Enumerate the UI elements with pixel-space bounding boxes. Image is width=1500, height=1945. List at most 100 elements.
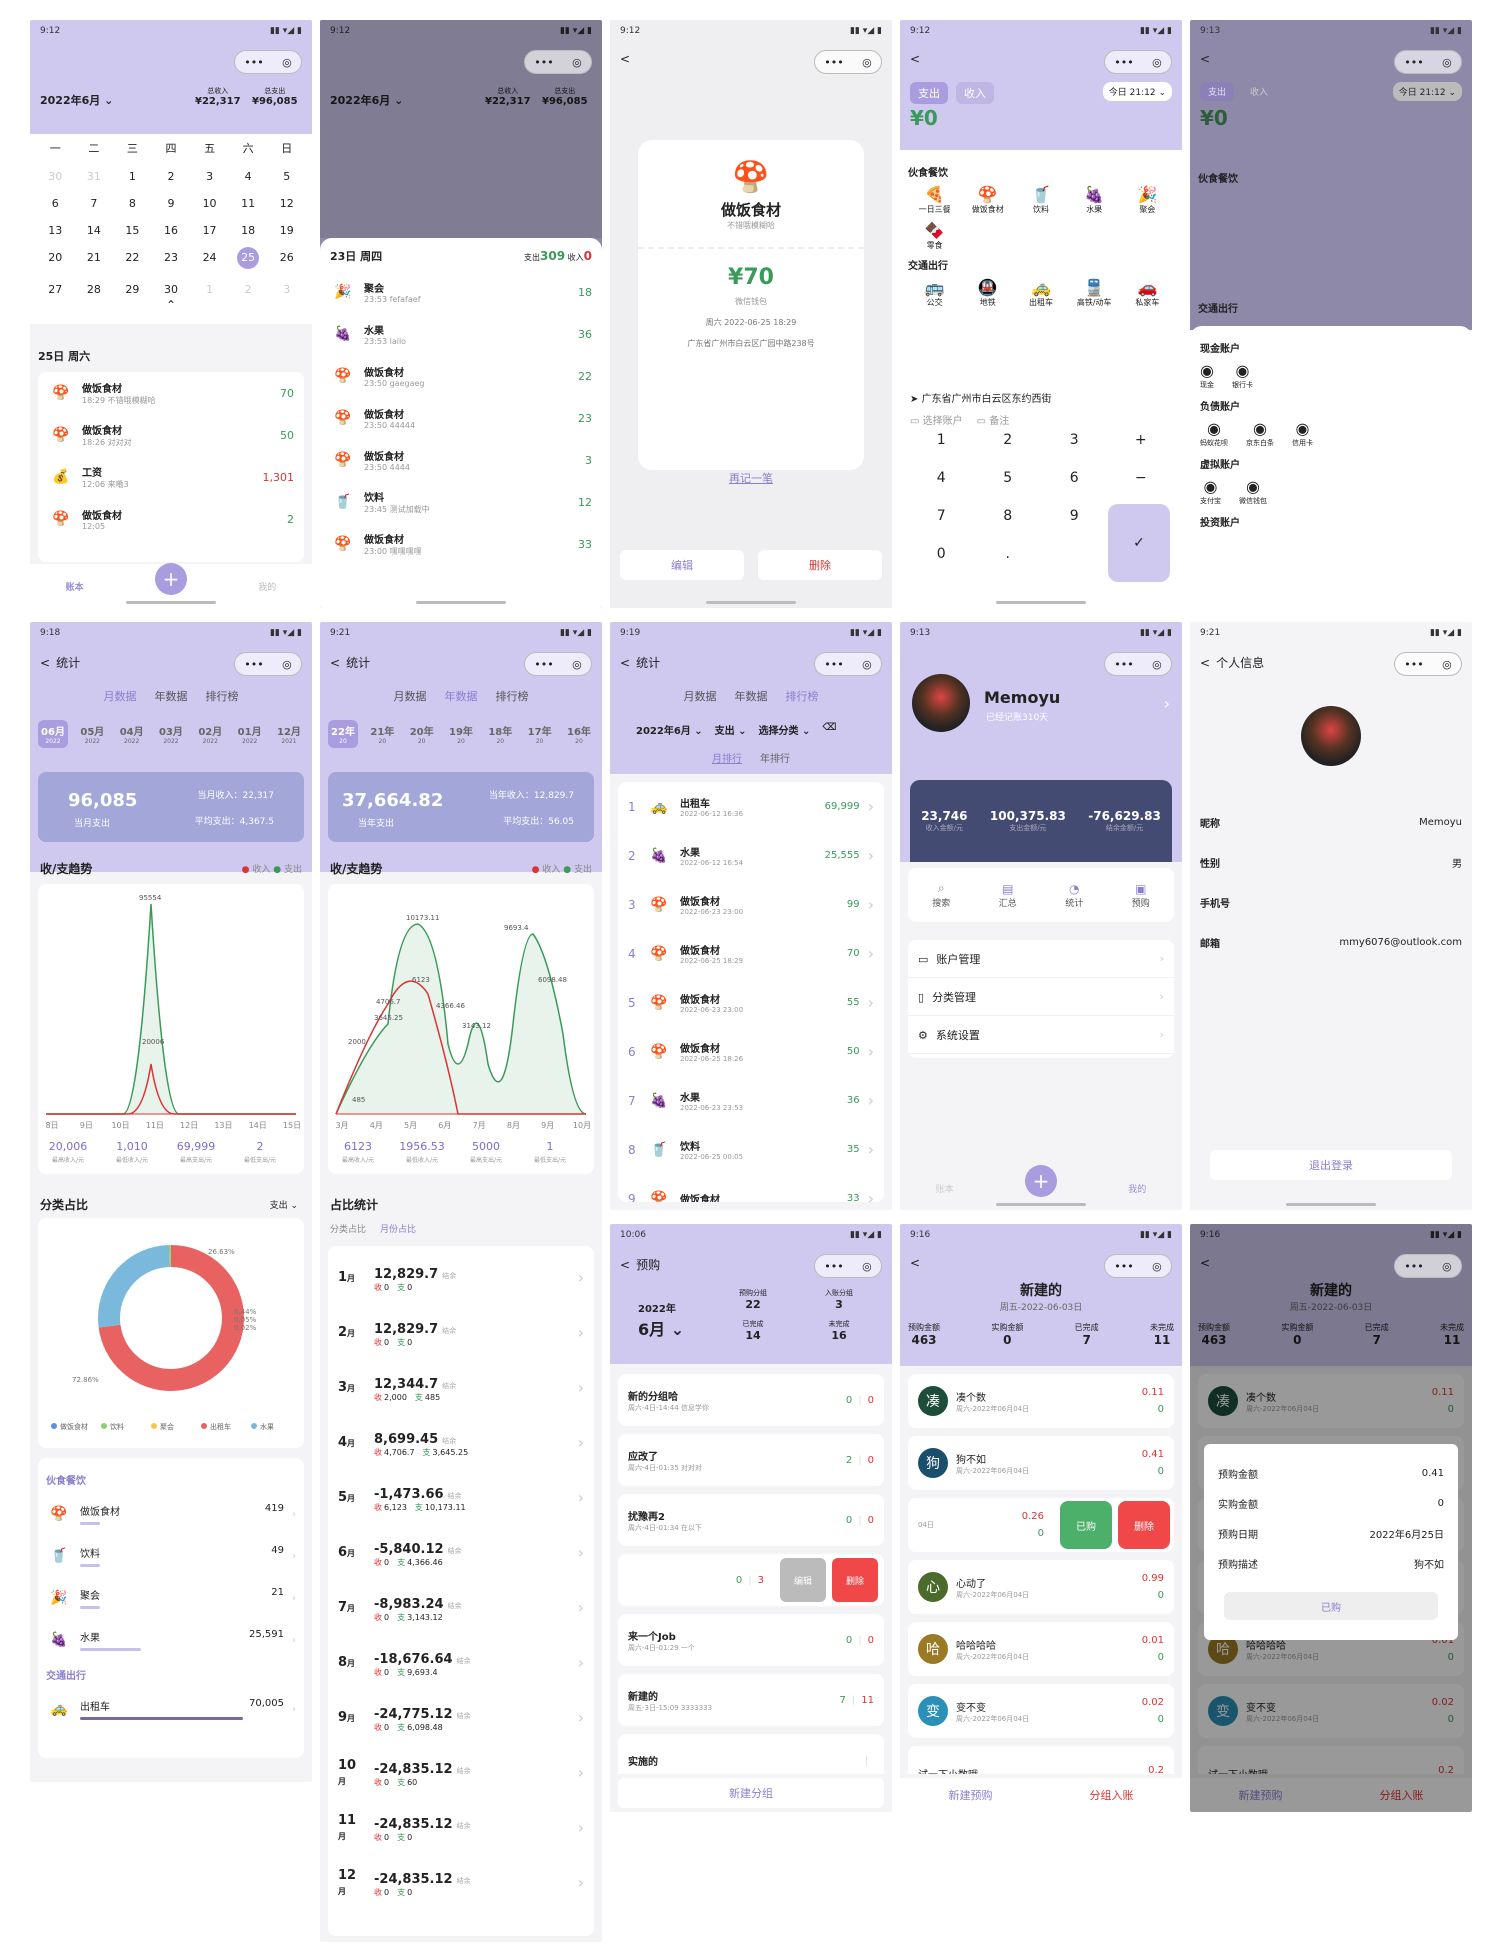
add-record-button[interactable]: + xyxy=(1024,1165,1057,1197)
period-chip[interactable]: 19年 20 xyxy=(446,720,476,748)
record-again-link[interactable]: 再记一笔 xyxy=(610,470,892,486)
calendar-day[interactable]: 3 xyxy=(267,283,306,296)
month-row[interactable]: 1月 12,829.7 结余收 0 支 0 › xyxy=(338,1250,584,1305)
back-button[interactable]: < 统计 xyxy=(620,654,660,671)
month-row[interactable]: 3月 12,344.7 结余收 2,000 支 485 › xyxy=(338,1360,584,1415)
group-card[interactable]: 新的分组哈 周六-4日-14:44 信息学你 0 | 0 xyxy=(618,1374,884,1426)
keypad-key[interactable]: 5 xyxy=(975,470,1042,486)
prebuy-item[interactable]: 哈哈哈哈哈 周六-2022年06月04日 0.01 0 xyxy=(908,1622,1174,1676)
keypad-key[interactable]: − xyxy=(1108,470,1175,486)
account-option[interactable]: ◉ 现金 xyxy=(1200,361,1214,390)
add-record-button[interactable]: + xyxy=(154,563,187,595)
subtab[interactable]: 分类占比 xyxy=(330,1222,366,1235)
avatar[interactable] xyxy=(912,674,970,732)
month-picker[interactable]: 2022年6月 ⌄ xyxy=(40,92,113,108)
rank-tab[interactable]: 年排行 xyxy=(760,750,790,765)
category-option[interactable]: 🚆 高铁/动车 xyxy=(1068,278,1121,308)
period-chip[interactable]: 17年 20 xyxy=(525,720,555,748)
month-row[interactable]: 2月 12,829.7 结余收 0 支 0 › xyxy=(338,1305,584,1360)
account-option[interactable]: ◉ 信用卡 xyxy=(1292,419,1313,448)
collapse-chevron-icon[interactable]: ⌃ xyxy=(30,298,312,312)
keypad-key[interactable]: . xyxy=(975,546,1042,562)
account-option[interactable]: ◉ 微信钱包 xyxy=(1239,477,1267,506)
close-target-icon[interactable]: ◎ xyxy=(282,56,292,69)
record-item[interactable]: 🥤 饮料 23:45 测试加载中 12 xyxy=(320,481,602,523)
calendar-day[interactable]: 28 xyxy=(75,283,114,296)
more-icon[interactable]: ••• xyxy=(244,56,263,69)
record-item[interactable]: 🍄 做饭食材 23:50 4444 3 xyxy=(320,439,602,481)
capsule-menu[interactable]: ••• ◎ xyxy=(1104,50,1172,74)
capsule-menu[interactable]: ••• ◎ xyxy=(814,50,882,74)
record-item[interactable]: 🍄 做饭食材 23:50 44444 23 xyxy=(320,397,602,439)
calendar-day[interactable]: 15 xyxy=(113,224,152,237)
capsule-menu[interactable]: ••• ◎ xyxy=(234,50,302,74)
chevron-right-icon[interactable]: › xyxy=(1164,694,1170,713)
back-button[interactable]: < 个人信息 xyxy=(1200,654,1264,671)
back-button[interactable]: < xyxy=(910,1256,920,1270)
stats-tab[interactable]: 月数据 xyxy=(684,688,717,704)
month-row[interactable]: 4月 8,699.45 结余收 4,706.7 支 3,645.25 › xyxy=(338,1415,584,1470)
record-item[interactable]: 🍄 做饭食材 18:29 不错哦模糊哈 70 xyxy=(38,372,304,414)
calendar-day[interactable]: 29 xyxy=(113,283,152,296)
calendar-day[interactable]: 8 xyxy=(113,197,152,210)
month-row[interactable]: 8月 -18,676.64 结余收 0 支 9,693.4 › xyxy=(338,1635,584,1690)
profile-field[interactable]: 邮箱 mmy6076@outlook.com xyxy=(1200,922,1462,962)
account-option[interactable]: ◉ 蚂蚁花呗 xyxy=(1200,419,1228,448)
calendar-day[interactable]: 19 xyxy=(267,224,306,237)
calendar-day[interactable]: 9 xyxy=(152,197,191,210)
rank-row[interactable]: 6 🍄 做饭食材 2022-06-25 18:26 50 › xyxy=(618,1027,884,1076)
new-prebuy-button[interactable]: 新建预购 xyxy=(900,1778,1041,1812)
calendar-day[interactable]: 10 xyxy=(190,197,229,210)
back-button[interactable]: < 统计 xyxy=(330,654,370,671)
month-row[interactable]: 5月 -1,473.66 结余收 6,123 支 10,173.11 › xyxy=(338,1470,584,1525)
keypad-key[interactable]: 3 xyxy=(1041,432,1108,448)
location-row[interactable]: ➤ 广东省广州市白云区东约西街 xyxy=(910,390,1052,405)
keypad-key[interactable]: 7 xyxy=(908,508,975,524)
profile-field[interactable]: 性别 男 xyxy=(1200,842,1462,882)
group-card[interactable]: 实施的 | xyxy=(618,1734,884,1774)
stats-tab[interactable]: 排行榜 xyxy=(206,688,239,704)
rank-row[interactable]: 8 🥤 饮料 2022-06-25 00:05 35 › xyxy=(618,1125,884,1174)
category-type-picker[interactable]: 支出 ⌄ xyxy=(270,1198,298,1211)
capsule-menu[interactable]: ••• ◎ xyxy=(1394,50,1462,74)
account-option[interactable]: ◉ 京东白条 xyxy=(1246,419,1274,448)
tool-button[interactable]: ▤ 汇总 xyxy=(999,882,1017,909)
stats-tab[interactable]: 月数据 xyxy=(104,688,137,704)
group-card[interactable]: 0 | 3 编辑 删除 xyxy=(618,1554,884,1606)
type-income-tab[interactable]: 收入 xyxy=(956,82,994,104)
category-rank-row[interactable]: 🍄 做饭食材 419 › xyxy=(46,1493,296,1535)
back-button[interactable]: < 统计 xyxy=(40,654,80,671)
back-button[interactable]: < xyxy=(620,52,630,66)
confirm-key[interactable]: ✓ xyxy=(1108,504,1170,582)
month-row[interactable]: 10 月 -24,835.12 结余收 0 支 60 › xyxy=(338,1745,584,1800)
category-option[interactable]: 🍇 水果 xyxy=(1068,185,1121,215)
logout-button[interactable]: 退出登录 xyxy=(1210,1150,1452,1180)
record-item[interactable]: 🍄 做饭食材 18:26 对对对 50 xyxy=(38,414,304,456)
calendar-day[interactable]: 12 xyxy=(267,197,306,210)
calendar-day[interactable]: 3 xyxy=(190,170,229,183)
remark-button[interactable]: ▭ 备注 xyxy=(977,412,1010,427)
delete-button[interactable]: 删除 xyxy=(1118,1501,1170,1549)
stats-tab[interactable]: 年数据 xyxy=(155,688,188,704)
prebuy-item[interactable]: 凑凑个数 周六-2022年06月04日 0.11 0 xyxy=(908,1374,1174,1428)
calendar-day[interactable]: 13 xyxy=(36,224,75,237)
calendar-day[interactable]: 4 xyxy=(229,170,268,183)
keypad-key[interactable]: 6 xyxy=(1041,470,1108,486)
category-option[interactable]: 🍕 一日三餐 xyxy=(908,185,961,215)
filter-dropdown[interactable]: 2022年6月 ⌄ xyxy=(636,722,703,737)
category-option[interactable]: 🎉 聚会 xyxy=(1121,185,1174,215)
period-chip[interactable]: 03月 2022 xyxy=(156,720,186,748)
group-card[interactable]: 新建的 周五-3日-15:09 3333333 7 | 11 xyxy=(618,1674,884,1726)
menu-item[interactable]: ▭ 账户管理 › xyxy=(908,940,1174,978)
month-row[interactable]: 9月 -24,775.12 结余收 0 支 6,098.48 › xyxy=(338,1690,584,1745)
month-row[interactable]: 12月 -24,835.12 结余收 0 支 0 › xyxy=(338,1855,584,1910)
filter-dropdown[interactable]: 支出 ⌄ xyxy=(715,722,747,737)
stats-tab[interactable]: 月数据 xyxy=(394,688,427,704)
keypad-key[interactable]: + xyxy=(1108,432,1175,448)
back-button[interactable]: < xyxy=(910,52,920,66)
record-item[interactable]: 🎉 聚会 23:53 fefafaef 18 xyxy=(320,271,602,313)
category-option[interactable]: 🍫 零食 xyxy=(908,221,961,251)
prebuy-item[interactable]: 04日 0.26 0 已购 删除 xyxy=(908,1498,1174,1552)
stats-tab[interactable]: 排行榜 xyxy=(496,688,529,704)
calendar-day[interactable]: 30 xyxy=(152,283,191,296)
